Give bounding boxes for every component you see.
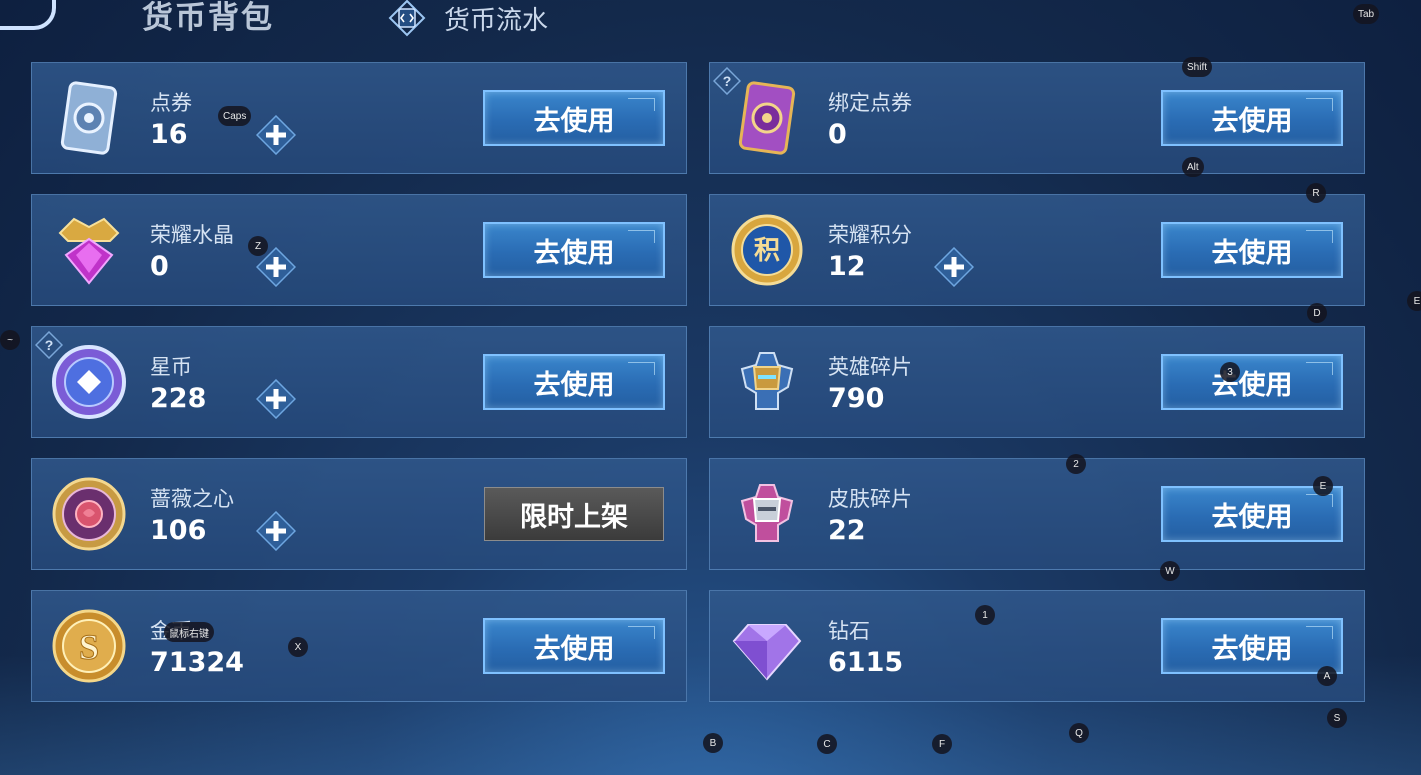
currency-amount: 790 [828, 383, 885, 414]
currency-card-glory-points: 积 荣耀积分 12 去使用 [709, 194, 1365, 306]
currency-name: 英雄碎片 [828, 355, 912, 379]
key-hint: C [817, 734, 837, 754]
currency-amount: 6115 [828, 647, 904, 678]
currency-name: 星币 [150, 355, 192, 379]
currency-amount: 106 [150, 515, 207, 546]
key-hint: Tab [1353, 4, 1380, 24]
hero-fragment-icon [740, 352, 794, 410]
currency-name: 点券 [150, 91, 192, 115]
currency-card-skin-fragment: 皮肤碎片 22 去使用 [709, 458, 1365, 570]
key-hint: X [288, 637, 308, 657]
star-coin-icon [52, 345, 126, 419]
bound-ticket-icon [738, 81, 796, 155]
key-hint: A [1317, 666, 1337, 686]
currency-amount: 12 [828, 251, 866, 282]
back-button[interactable] [0, 0, 56, 30]
currency-flow-tab[interactable]: 货币流水 [444, 0, 548, 37]
currency-card-diamond: 钻石 6115 去使用 [709, 590, 1365, 702]
use-button[interactable]: 去使用 [1161, 222, 1343, 278]
diamond-icon [732, 624, 802, 681]
currency-card-glory-crystal: 荣耀水晶 0 去使用 [31, 194, 687, 306]
svg-text:积: 积 [754, 236, 780, 266]
currency-amount: 16 [150, 119, 188, 150]
key-hint: 1 [975, 605, 995, 625]
key-hint: F [932, 734, 952, 754]
plus-icon[interactable] [256, 115, 296, 155]
currency-amount: 0 [150, 251, 169, 282]
currency-amount: 0 [828, 119, 847, 150]
key-hint: Z [248, 236, 268, 256]
currency-card-star-coin: ? 星币 228 去使用 [31, 326, 687, 438]
key-hint: W [1160, 561, 1180, 581]
use-button[interactable]: 去使用 [1161, 618, 1343, 674]
currency-card-gold-coin: S 金币 71324 去使用 [31, 590, 687, 702]
plus-icon[interactable] [934, 247, 974, 287]
key-hint: Caps [218, 106, 252, 126]
plus-icon[interactable] [256, 511, 296, 551]
key-hint: E [1313, 476, 1333, 496]
key-hint: B [703, 733, 723, 753]
key-hint: S [1327, 708, 1347, 728]
key-hint: R [1306, 183, 1326, 203]
key-hint: Shift [1182, 57, 1213, 77]
key-hint: 3 [1220, 362, 1240, 382]
use-button[interactable]: 去使用 [1161, 354, 1343, 410]
gold-coin-icon: S [52, 609, 126, 683]
key-hint-mouse: 鼠标右键 [164, 622, 214, 642]
glory-points-icon: 积 [731, 214, 803, 286]
key-hint: Q [1069, 723, 1089, 743]
rose-heart-icon [52, 477, 126, 551]
limited-time-button[interactable]: 限时上架 [484, 487, 664, 541]
key-hint: D [1307, 303, 1327, 323]
key-hint: 2 [1066, 454, 1086, 474]
key-hint: E [1407, 291, 1421, 311]
use-button[interactable]: 去使用 [1161, 486, 1343, 542]
use-button[interactable]: 去使用 [483, 90, 665, 146]
currency-card-hero-fragment: 英雄碎片 790 去使用 [709, 326, 1365, 438]
currency-name: 绑定点券 [828, 91, 912, 115]
currency-amount: 22 [828, 515, 866, 546]
currency-card-bound-ticket: ? 绑定点券 0 去使用 [709, 62, 1365, 174]
currency-name: 皮肤碎片 [828, 487, 912, 511]
currency-name: 荣耀水晶 [150, 223, 234, 247]
svg-text:S: S [79, 627, 99, 667]
currency-card-ticket: 点券 16 去使用 [31, 62, 687, 174]
plus-icon[interactable] [256, 379, 296, 419]
glory-crystal-icon [58, 217, 120, 285]
key-hint: Alt [1182, 157, 1204, 177]
key-hint: ~ [0, 330, 20, 350]
use-button[interactable]: 去使用 [1161, 90, 1343, 146]
skin-fragment-icon [740, 484, 794, 542]
use-button[interactable]: 去使用 [483, 222, 665, 278]
currency-name: 荣耀积分 [828, 223, 912, 247]
currency-amount: 228 [150, 383, 207, 414]
ticket-icon [60, 81, 118, 155]
currency-name: 蔷薇之心 [150, 487, 234, 511]
use-button[interactable]: 去使用 [483, 354, 665, 410]
currency-amount: 71324 [150, 647, 244, 678]
page-title: 货币背包 [142, 0, 274, 36]
currency-flow-icon[interactable] [388, 0, 426, 37]
currency-card-rose-heart: 蔷薇之心 106 限时上架 [31, 458, 687, 570]
use-button[interactable]: 去使用 [483, 618, 665, 674]
currency-name: 钻石 [828, 619, 870, 643]
